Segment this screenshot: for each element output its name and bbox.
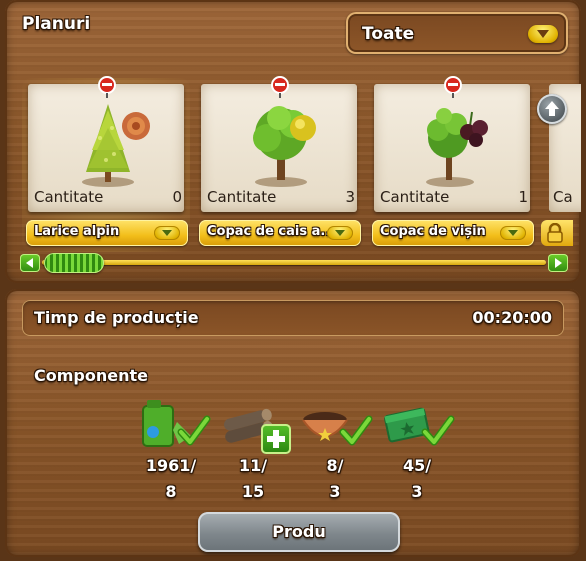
component-item: 45/ 3 (377, 396, 457, 504)
plan-name: Copac de vișin (380, 224, 486, 239)
component-item: 1961/ 8 (131, 396, 211, 504)
scrollbar-track[interactable] (42, 260, 546, 265)
quantity-label: Cantitate (380, 188, 450, 206)
cherry-tree-icon (426, 108, 488, 187)
check-icon (339, 415, 373, 446)
produce-button[interactable]: Produ (198, 512, 400, 552)
component-have: 11/ (238, 456, 268, 475)
add-component-button[interactable] (261, 424, 291, 454)
scroll-up-button[interactable] (537, 94, 567, 124)
component-have: 1961/ (145, 456, 197, 475)
quantity-label: Ca (553, 188, 573, 206)
chevron-down-icon (154, 226, 180, 240)
pin-icon (444, 76, 462, 98)
quantity-label: Cantitate (34, 188, 104, 206)
components-title: Componente (34, 366, 148, 385)
component-need: 15 (241, 482, 265, 501)
plan-card-larice-alpin[interactable]: Cantitate 0 Larice alpin (22, 76, 190, 252)
plan-card-paper: Cantitate 1 (374, 84, 530, 212)
plans-scrollbar[interactable] (20, 253, 568, 273)
quantity-value: 1 (518, 188, 528, 206)
component-need: 8 (165, 482, 177, 501)
component-item: 8/ 3 (295, 396, 375, 504)
arrow-up-icon (545, 101, 559, 116)
plan-name: Larice alpin (34, 224, 120, 239)
apricot-tree-icon (253, 106, 316, 187)
production-time-label: Timp de producție (34, 308, 199, 327)
chevron-down-icon (528, 25, 558, 43)
panel-title: Planuri (22, 14, 91, 34)
plan-card-copac-de-cais[interactable]: Cantitate 3 Copac de cais a... (199, 76, 361, 246)
plan-name-dropdown[interactable]: Copac de vișin (372, 220, 534, 246)
quantity-value: 3 (345, 188, 355, 206)
production-time-row: Timp de producție 00:20:00 (22, 300, 564, 336)
scroll-right-button[interactable] (548, 254, 568, 272)
plus-icon (267, 430, 285, 448)
component-have: 8/ (326, 456, 344, 475)
locked-plan-tab (541, 220, 573, 246)
alpine-larch-icon (82, 104, 150, 187)
pin-icon (98, 76, 116, 98)
filter-dropdown[interactable]: Toate (346, 12, 568, 54)
pin-icon (271, 76, 289, 98)
component-have: 45/ (402, 456, 432, 475)
quantity-value: 0 (172, 188, 182, 206)
component-need: 3 (329, 482, 341, 501)
production-time-value: 00:20:00 (472, 308, 552, 327)
scrollbar-thumb[interactable] (44, 253, 104, 273)
quantity-label: Cantitate (207, 188, 277, 206)
lock-icon (547, 223, 563, 243)
component-item: 11/ 15 (213, 396, 293, 504)
plan-name-dropdown[interactable]: Copac de cais a... (199, 220, 361, 246)
plan-card-paper: Cantitate 0 (28, 84, 184, 212)
plan-name-dropdown[interactable]: Larice alpin (26, 220, 188, 246)
filter-selected-value: Toate (362, 24, 415, 44)
scroll-left-button[interactable] (20, 254, 40, 272)
plan-card-paper: Cantitate 3 (201, 84, 357, 212)
plan-name: Copac de cais a... (207, 224, 336, 239)
chevron-down-icon (500, 226, 526, 240)
component-need: 3 (411, 482, 423, 501)
chevron-down-icon (327, 226, 353, 240)
plan-card-copac-de-visin[interactable]: Cantitate 1 Copac de vișin (372, 76, 534, 246)
check-icon (421, 415, 455, 446)
check-icon (177, 415, 211, 446)
